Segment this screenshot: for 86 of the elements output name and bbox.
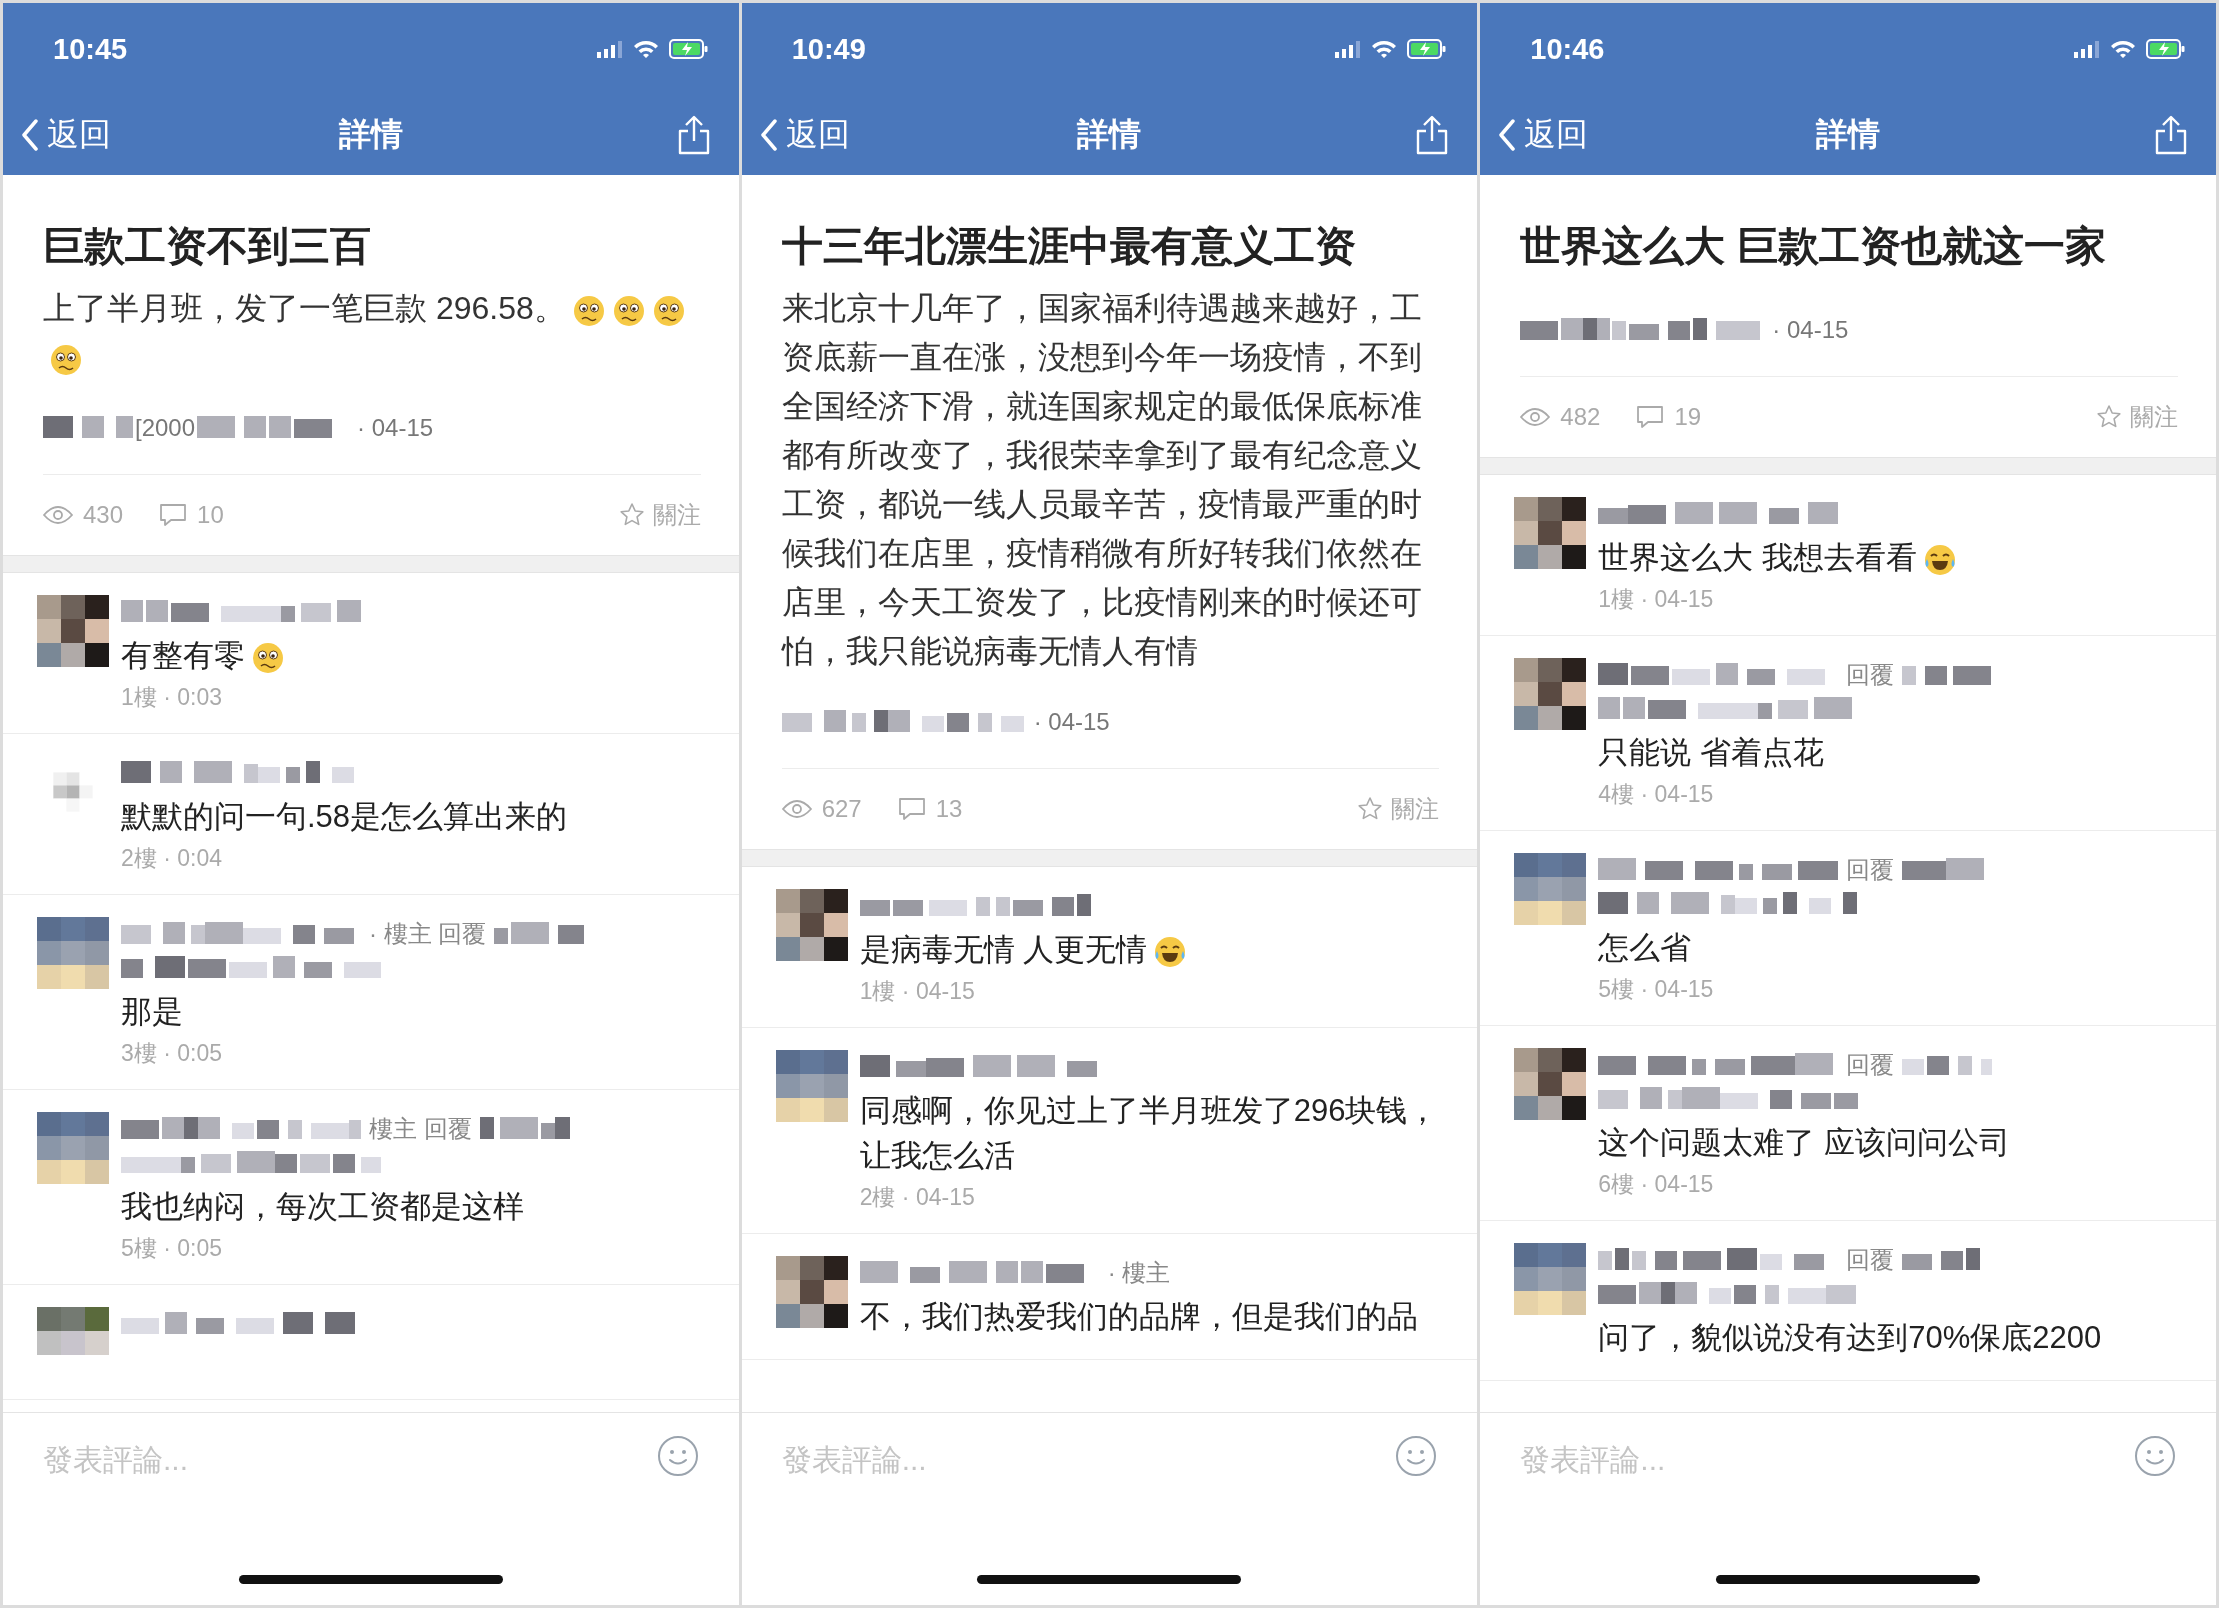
comment-text: 不，我们热爱我们的品牌，但是我们的品 <box>859 1299 1418 1334</box>
post-title: 十三年北漂生涯中最有意义工资 <box>781 222 1357 271</box>
comment-count: 10 <box>197 501 224 529</box>
view-count: 482 <box>1560 403 1601 431</box>
share-icon[interactable] <box>676 115 711 155</box>
wifi-icon <box>2110 39 2136 59</box>
comment-text: 同感啊，你见过上了半月班发了296块钱，让我怎么活 <box>859 1093 1439 1173</box>
post-body: 上了半月班，发了一笔巨款 296.58。 <box>43 290 566 326</box>
comment-meta: 2樓 · 0:04 <box>121 844 223 873</box>
comment-input-field[interactable]: 發表評論... <box>43 1435 637 1485</box>
battery-charging-icon <box>2146 39 2186 59</box>
view-count: 627 <box>821 795 862 823</box>
share-icon[interactable] <box>2154 115 2188 155</box>
reply-tag: 回覆 <box>1846 854 1895 886</box>
star-icon <box>2096 404 2122 430</box>
post-title: 世界这么大 巨款工资也就这一家 <box>1520 222 2107 271</box>
comment-count: 19 <box>1674 403 1702 431</box>
comment-text: 是病毒无情 人更无情 <box>859 932 1148 967</box>
comment-text: 我也纳闷，每次工资都是这样 <box>121 1189 524 1224</box>
comment-meta: 5樓 · 0:05 <box>121 1234 223 1263</box>
reply-tag: 回覆 <box>1846 1244 1895 1276</box>
comment-icon <box>897 797 926 821</box>
comment-meta: 4樓 · 04-15 <box>1598 780 1715 809</box>
post-title: 巨款工资不到三百 <box>43 222 372 271</box>
eye-icon <box>781 799 812 819</box>
follow-button[interactable]: 關注 <box>1357 793 1440 825</box>
comment-meta: 1樓 · 04-15 <box>1598 585 1715 614</box>
wifi-icon <box>1371 39 1398 59</box>
reply-tag: · 樓主 回覆 <box>369 918 487 950</box>
comment-meta: 5樓 · 04-15 <box>1598 975 1715 1004</box>
back-button[interactable]: 返回 <box>1498 113 1589 157</box>
status-time: 10:49 <box>791 32 866 66</box>
comment-text: 有整有零 <box>121 638 245 673</box>
comment-meta: 1樓 · 04-15 <box>859 977 976 1006</box>
reply-tag: 回覆 <box>1846 1049 1895 1081</box>
post-date: · 04-15 <box>1033 708 1110 736</box>
comment-text: 世界这么大 我想去看看 <box>1598 540 1917 575</box>
back-button[interactable]: 返回 <box>21 113 111 157</box>
status-time: 10:45 <box>53 32 128 66</box>
smiley-icon[interactable] <box>2134 1435 2176 1477</box>
back-button[interactable]: 返回 <box>759 113 850 157</box>
comment-icon <box>1636 405 1665 429</box>
battery-charging-icon <box>668 39 709 59</box>
reply-tag: 回覆 <box>1846 659 1895 691</box>
comment-text: 怎么省 <box>1598 930 1692 965</box>
comment-text: 只能说 省着点花 <box>1598 735 1824 770</box>
post-date: · 04-15 <box>1772 316 1849 344</box>
comment-meta: 2樓 · 04-15 <box>859 1183 976 1212</box>
view-count: 430 <box>83 501 124 529</box>
page-title: 詳情 <box>1077 115 1142 154</box>
comment-count: 13 <box>935 795 963 823</box>
star-icon <box>618 502 645 528</box>
comment-input-field[interactable]: 發表評論... <box>1520 1435 2114 1485</box>
follow-button[interactable]: 關注 <box>2096 401 2178 433</box>
comment-meta: 3樓 · 0:05 <box>121 1039 223 1068</box>
signal-icon <box>1335 40 1362 58</box>
signal-icon <box>596 40 623 58</box>
reply-tag: · 樓主 <box>1107 1257 1171 1289</box>
comment-text: 这个问题太难了 应该问问公司 <box>1598 1125 2010 1160</box>
status-time: 10:46 <box>1530 32 1605 66</box>
follow-button[interactable]: 關注 <box>618 499 701 531</box>
page-title: 詳情 <box>1816 115 1881 154</box>
comment-text: 默默的问一句.58是怎么算出来的 <box>121 799 568 834</box>
post-date: · 04-15 <box>357 414 434 442</box>
wifi-icon <box>632 39 659 59</box>
comment-icon <box>159 503 188 527</box>
comment-meta: 6樓 · 04-15 <box>1598 1170 1715 1199</box>
smiley-icon[interactable] <box>656 1435 699 1477</box>
signal-icon <box>2074 40 2100 58</box>
battery-charging-icon <box>1407 39 1448 59</box>
share-icon[interactable] <box>1415 115 1450 155</box>
chevron-left-icon <box>1498 119 1517 151</box>
reply-tag: 樓主 回覆 <box>369 1113 472 1145</box>
comment-text: 问了，貌似说没有达到70%保底2200 <box>1598 1320 2102 1355</box>
smiley-icon[interactable] <box>1395 1435 1438 1477</box>
comment-meta: 1樓 · 0:03 <box>121 683 223 712</box>
comment-text: 那是 <box>121 994 183 1029</box>
post-body: 来北京十几年了，国家福利待遇越来越好，工资底薪一直在涨，没想到今年一场疫情，不到全国经济下滑，就连国家规定的最低保底标准都有所改变了，我很荣幸拿到了最有纪念意义工资，都说一线人员最辛苦，疫情最严重的时候我们在店里，疫情稍微有所好转我们依然在店里，今天工资发了，比疫情刚来的时候还可怕，我只能说病毒无情人有情 <box>781 290 1422 669</box>
eye-icon <box>43 505 73 525</box>
chevron-left-icon <box>21 119 39 151</box>
eye-icon <box>1520 407 1551 427</box>
star-icon <box>1357 796 1384 822</box>
chevron-left-icon <box>759 119 778 151</box>
page-title: 詳情 <box>338 115 403 154</box>
comment-input-field[interactable]: 發表評論... <box>781 1435 1376 1485</box>
author-name-fragment: [2000 <box>135 414 196 442</box>
